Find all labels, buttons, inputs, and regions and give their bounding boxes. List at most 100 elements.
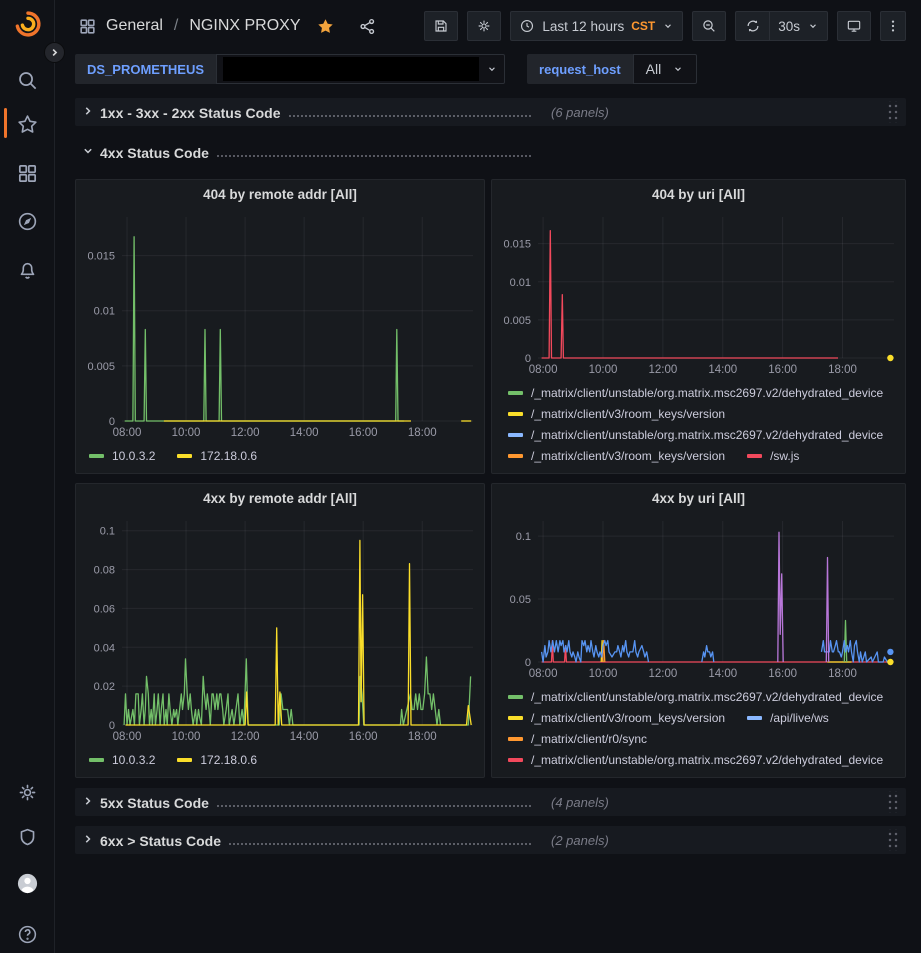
svg-text:08:00: 08:00	[113, 731, 142, 743]
panel-title[interactable]: 404 by remote addr [All]	[76, 180, 484, 210]
chevron-right-icon	[81, 104, 95, 118]
svg-text:0.005: 0.005	[87, 361, 115, 373]
refresh-button[interactable]	[735, 11, 769, 41]
legend-item[interactable]: /_matrix/client/r0/sync	[508, 732, 647, 746]
row-6xx-status-code[interactable]: 6xx > Status Code (2 panels)	[75, 826, 906, 854]
compass-icon	[16, 210, 39, 233]
tv-mode-button[interactable]	[837, 11, 871, 41]
svg-text:08:00: 08:00	[529, 668, 558, 680]
sidebar-item-help[interactable]	[0, 920, 55, 948]
refresh-group: 30s	[735, 11, 828, 41]
svg-text:10:00: 10:00	[172, 731, 201, 743]
legend-item[interactable]: /api/live/ws	[747, 711, 829, 725]
row-drag-handle[interactable]	[886, 101, 898, 123]
svg-text:14:00: 14:00	[290, 427, 319, 439]
chevron-right-icon	[81, 794, 95, 808]
variable-select-ds[interactable]	[216, 54, 505, 84]
refresh-interval-select[interactable]: 30s	[769, 11, 828, 41]
time-range-picker[interactable]: Last 12 hours CST	[510, 11, 683, 41]
svg-text:10:00: 10:00	[172, 427, 201, 439]
legend-item[interactable]: /_matrix/client/v3/room_keys/version	[508, 449, 725, 463]
legend-label: /_matrix/client/r0/sync	[531, 732, 647, 746]
favorite-star-icon[interactable]	[316, 17, 335, 36]
breadcrumb-section[interactable]: General	[106, 17, 163, 35]
sidebar-item-starred[interactable]	[0, 110, 55, 138]
legend-item[interactable]: /_matrix/client/v3/room_keys/version	[508, 407, 725, 421]
legend-swatch	[508, 412, 523, 416]
refresh-interval-label: 30s	[778, 19, 800, 34]
legend-item[interactable]: 10.0.3.2	[89, 449, 155, 463]
svg-text:14:00: 14:00	[708, 668, 737, 680]
svg-text:12:00: 12:00	[231, 731, 260, 743]
legend-item[interactable]: /_matrix/client/v3/room_keys/version	[508, 711, 725, 725]
legend-label: /_matrix/client/v3/room_keys/version	[531, 407, 725, 421]
share-icon[interactable]	[358, 17, 377, 36]
legend-item[interactable]: /_matrix/client/unstable/org.matrix.msc2…	[508, 753, 883, 767]
legend-swatch	[508, 716, 523, 720]
sidebar-item-profile[interactable]	[0, 869, 55, 897]
row-drag-handle[interactable]	[886, 829, 898, 851]
sidebar-item-settings[interactable]	[0, 778, 55, 806]
panel-legend: /_matrix/client/unstable/org.matrix.msc2…	[492, 682, 905, 775]
variable-label-request-host[interactable]: request_host	[527, 54, 633, 84]
legend-item[interactable]: /sw.js	[747, 449, 799, 463]
chart-404-by-uri[interactable]: 00.0050.010.01508:0010:0012:0014:0016:00…	[492, 210, 905, 378]
legend-label: /_matrix/client/unstable/org.matrix.msc2…	[531, 386, 883, 400]
legend-item[interactable]: 10.0.3.2	[89, 753, 155, 767]
legend-row: /_matrix/client/v3/room_keys/version/sw.…	[508, 445, 897, 466]
grafana-logo[interactable]	[12, 8, 44, 40]
legend-item[interactable]: /_matrix/client/unstable/org.matrix.msc2…	[508, 386, 883, 400]
sidebar-item-security[interactable]	[0, 823, 55, 851]
row-5xx-status-code[interactable]: 5xx Status Code (4 panels)	[75, 788, 906, 816]
sidebar-item-alerting[interactable]	[0, 256, 55, 284]
legend-swatch	[747, 716, 762, 720]
variable-select-request-host[interactable]: All	[633, 54, 698, 84]
zoom-out-button[interactable]	[692, 11, 726, 41]
legend-item[interactable]: 172.18.0.6	[177, 449, 257, 463]
time-range-label: Last 12 hours	[542, 19, 624, 34]
chart-4xx-by-uri[interactable]: 00.050.108:0010:0012:0014:0016:0018:00	[492, 514, 905, 682]
svg-text:18:00: 18:00	[408, 427, 437, 439]
chevron-down-icon	[81, 144, 95, 158]
row-drag-handle[interactable]	[886, 791, 898, 813]
panel-4xx-by-uri: 4xx by uri [All] 00.050.108:0010:0012:00…	[491, 483, 906, 778]
timezone-label: CST	[631, 19, 655, 33]
panel-title[interactable]: 4xx by remote addr [All]	[76, 484, 484, 514]
svg-text:0.08: 0.08	[94, 565, 115, 577]
row-1xx-3xx-2xx-status-code[interactable]: 1xx - 3xx - 2xx Status Code (6 panels)	[75, 98, 906, 126]
panel-legend: 10.0.3.2 172.18.0.6	[76, 745, 484, 770]
legend-item[interactable]: /_matrix/client/unstable/org.matrix.msc2…	[508, 428, 883, 442]
svg-text:18:00: 18:00	[828, 668, 857, 680]
row-4xx-status-code[interactable]: 4xx Status Code	[75, 138, 906, 166]
legend-label: /_matrix/client/v3/room_keys/version	[531, 449, 725, 463]
legend-row: 10.0.3.2 172.18.0.6	[89, 749, 476, 770]
legend-item[interactable]: 172.18.0.6	[177, 753, 257, 767]
legend-item[interactable]: /_matrix/client/unstable/org.matrix.msc2…	[508, 690, 883, 704]
svg-text:12:00: 12:00	[648, 364, 677, 376]
dashboard-settings-button[interactable]	[467, 11, 501, 41]
sidebar-item-search[interactable]	[0, 66, 55, 94]
redacted-value	[223, 57, 479, 81]
save-dashboard-button[interactable]	[424, 11, 458, 41]
panel-404-by-uri: 404 by uri [All] 00.0050.010.01508:0010:…	[491, 179, 906, 474]
svg-text:08:00: 08:00	[529, 364, 558, 376]
legend-label: 172.18.0.6	[200, 753, 257, 767]
svg-text:12:00: 12:00	[648, 668, 677, 680]
svg-text:0.015: 0.015	[87, 251, 115, 263]
legend-swatch	[508, 758, 523, 762]
panel-title[interactable]: 4xx by uri [All]	[492, 484, 905, 514]
panel-title[interactable]: 404 by uri [All]	[492, 180, 905, 210]
svg-text:16:00: 16:00	[349, 731, 378, 743]
kebab-menu-button[interactable]	[880, 11, 906, 41]
sidebar-expand-button[interactable]	[44, 42, 65, 63]
page-title[interactable]: NGINX PROXY	[189, 17, 300, 35]
sidebar-item-dashboards[interactable]	[0, 159, 55, 187]
chart-404-by-remote-addr[interactable]: 00.0050.010.01508:0010:0012:0014:0016:00…	[76, 210, 484, 441]
navbar-actions: Last 12 hours CST 30s	[424, 11, 906, 41]
sidebar-item-explore[interactable]	[0, 207, 55, 235]
svg-text:14:00: 14:00	[708, 364, 737, 376]
legend-label: 10.0.3.2	[112, 753, 155, 767]
variable-label-ds[interactable]: DS_PROMETHEUS	[75, 54, 216, 84]
svg-text:08:00: 08:00	[113, 427, 142, 439]
chart-4xx-by-remote-addr[interactable]: 00.020.040.060.080.108:0010:0012:0014:00…	[76, 514, 484, 745]
